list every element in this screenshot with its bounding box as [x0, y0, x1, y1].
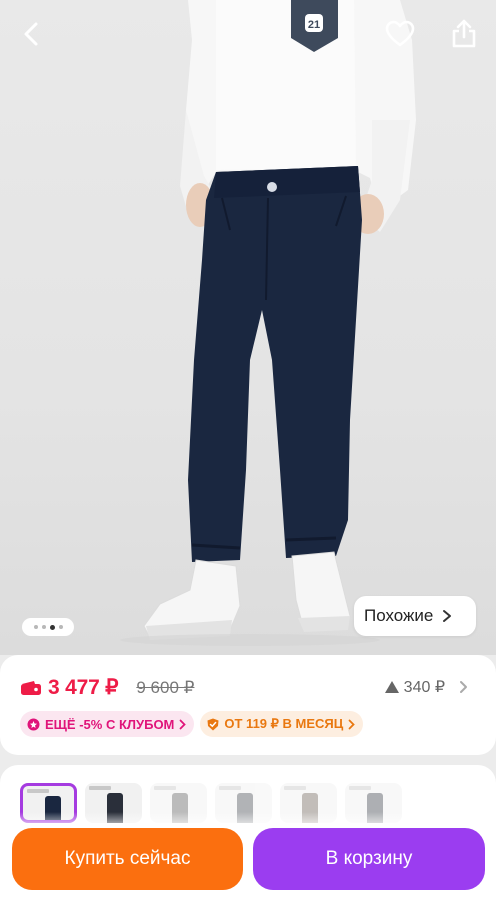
shield-icon — [207, 718, 219, 730]
score-value: 340 ₽ — [403, 679, 445, 696]
score-points[interactable]: 340 ₽ — [384, 677, 468, 697]
pagination-dot — [58, 625, 63, 629]
pagination-dot — [33, 625, 38, 629]
installment-label: ОТ 119 ₽ В МЕСЯЦ — [224, 716, 344, 731]
share-icon — [452, 19, 476, 48]
similar-button[interactable]: Похожие — [354, 596, 476, 636]
chevron-right-icon — [460, 681, 467, 693]
installment-chip[interactable]: ОТ 119 ₽ В МЕСЯЦ — [200, 711, 364, 737]
price-card: 3 477 ₽ 9 600 ₽ 340 ₽ ЕЩЁ -5% С КЛУБОМ О… — [0, 655, 496, 755]
price-row: 3 477 ₽ 9 600 ₽ — [20, 675, 194, 700]
club-discount-label: ЕЩЁ -5% С КЛУБОМ — [45, 716, 175, 732]
wallet-icon — [21, 680, 41, 695]
svg-text:21: 21 — [308, 19, 320, 31]
club-discount-chip[interactable]: ЕЩЁ -5% С КЛУБОМ — [20, 711, 195, 737]
chevron-right-icon — [179, 719, 187, 729]
pagination-dot-active — [49, 624, 55, 630]
buy-now-button[interactable]: Купить сейчас — [12, 828, 243, 890]
price-current: 3 477 ₽ — [48, 676, 119, 699]
back-button[interactable] — [12, 14, 52, 54]
gallery-pagination — [22, 618, 74, 636]
product-image: 21 — [120, 0, 416, 646]
pagination-dot — [41, 625, 46, 629]
similar-label: Похожие — [364, 606, 434, 625]
promo-chips: ЕЩЁ -5% С КЛУБОМ ОТ 119 ₽ В МЕСЯЦ — [20, 711, 364, 737]
heart-icon — [385, 20, 415, 47]
share-button[interactable] — [444, 14, 484, 54]
chevron-right-icon — [348, 719, 356, 729]
club-badge-icon — [27, 718, 40, 730]
product-photo[interactable]: 21 Похожие — [0, 0, 496, 655]
chevron-left-icon — [24, 22, 38, 46]
price-old: 9 600 ₽ — [136, 677, 195, 697]
triangle-up-icon — [384, 681, 399, 693]
add-to-cart-button[interactable]: В корзину — [253, 828, 485, 890]
favorite-button[interactable] — [380, 14, 420, 54]
chevron-right-icon — [443, 610, 452, 622]
